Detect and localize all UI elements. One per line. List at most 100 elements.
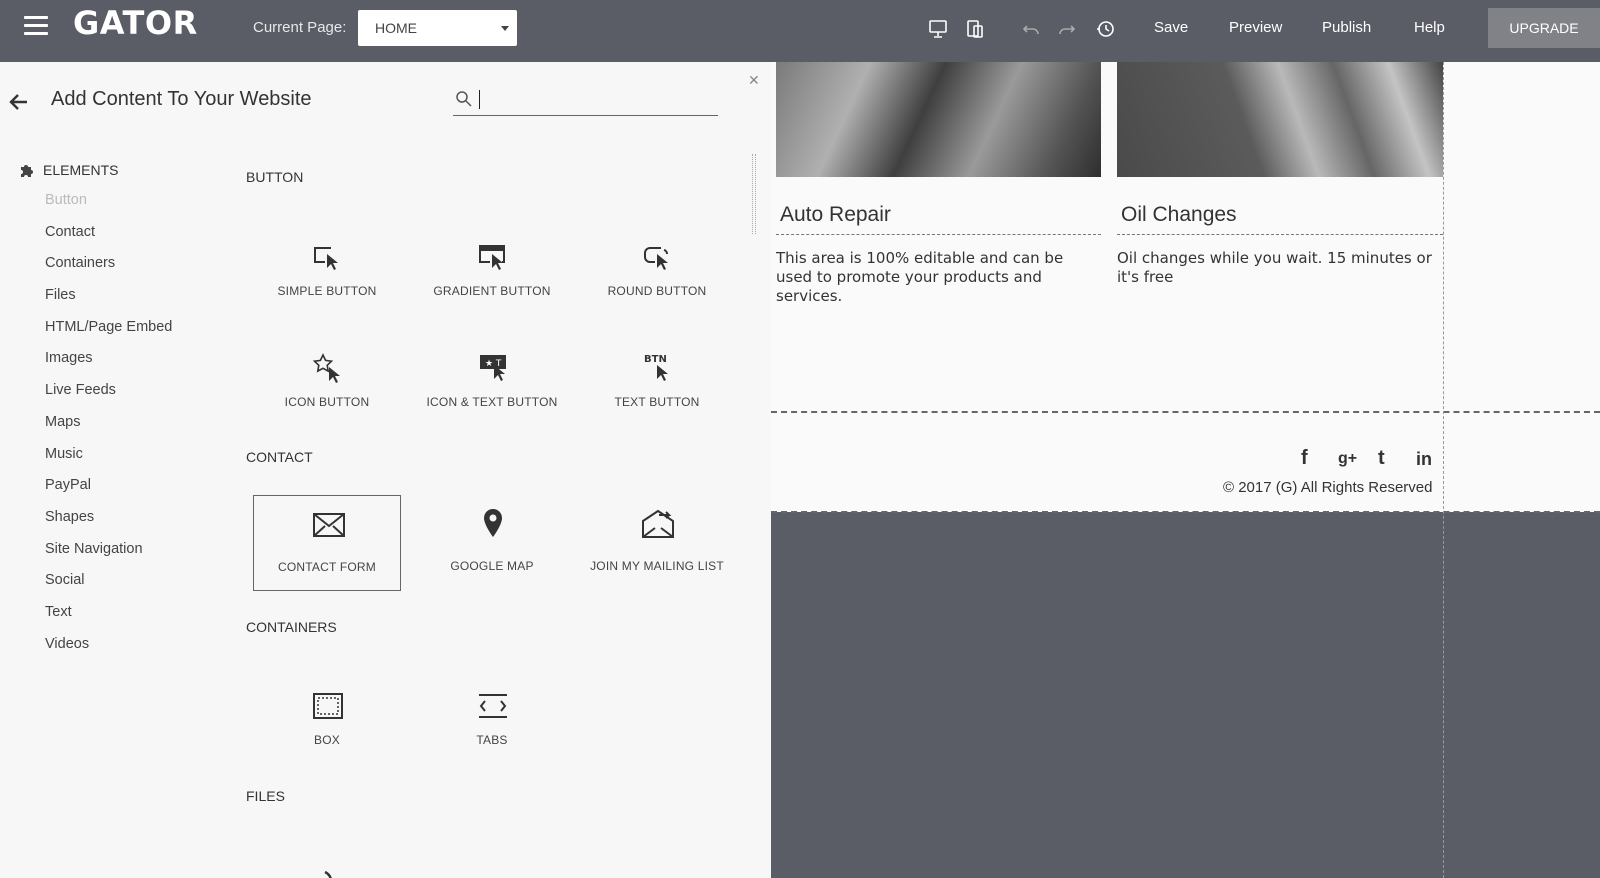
menu-icon[interactable] [24, 16, 48, 36]
category-social[interactable]: Social [45, 572, 172, 604]
category-text[interactable]: Text [45, 604, 172, 636]
tile-label: TABS [476, 733, 508, 747]
mobile-view-icon[interactable] [964, 18, 986, 40]
card-text-oil-changes[interactable]: Oil changes while you wait. 15 minutes o… [1117, 249, 1442, 287]
tile-icon-text-button[interactable]: ★ T ICON & TEXT BUTTON [418, 323, 566, 419]
map-pin-icon [484, 509, 502, 537]
panel-scrollbar[interactable] [752, 154, 756, 234]
section-files-label: FILES [246, 788, 285, 804]
tabs-icon [479, 694, 507, 718]
section-containers-label: CONTAINERS [246, 619, 337, 635]
category-button[interactable]: Button [45, 192, 172, 224]
search-input[interactable] [479, 88, 714, 112]
linkedin-icon[interactable]: in [1416, 449, 1432, 470]
btn-text-icon: BTN [644, 354, 668, 381]
section-guide-line [771, 511, 1600, 513]
file-icon [476, 850, 510, 878]
btn-glyph: BTN [644, 354, 667, 365]
tile-label: ICON BUTTON [284, 395, 370, 409]
category-live-feeds[interactable]: Live Feeds [45, 382, 172, 414]
card-text-auto-repair[interactable]: This area is 100% editable and can be us… [776, 249, 1101, 306]
tile-label: SIMPLE BUTTON [277, 284, 377, 298]
tile-icon-button[interactable]: ICON BUTTON [253, 323, 401, 419]
tile-box[interactable]: BOX [253, 661, 401, 757]
category-html-embed[interactable]: HTML/Page Embed [45, 319, 172, 351]
category-contact[interactable]: Contact [45, 224, 172, 256]
category-paypal[interactable]: PayPal [45, 477, 172, 509]
tile-mailing-list[interactable]: JOIN MY MAILING LIST [583, 495, 731, 591]
category-videos[interactable]: Videos [45, 636, 172, 668]
copyright-text[interactable]: © 2017 (G) All Rights Reserved [1223, 479, 1432, 496]
gradient-button-icon [479, 245, 505, 270]
category-images[interactable]: Images [45, 350, 172, 382]
puzzle-icon [21, 165, 33, 177]
top-toolbar: GATOR Current Page: HOME Save Preview Pu… [0, 0, 1600, 62]
tile-label: GRADIENT BUTTON [433, 284, 551, 298]
publish-button[interactable]: Publish [1322, 19, 1371, 36]
category-containers[interactable]: Containers [45, 255, 172, 287]
search-icon [456, 91, 472, 107]
star-button-icon [312, 353, 340, 383]
tile-label: JOIN MY MAILING LIST [590, 559, 724, 573]
tile-text-button[interactable]: BTN TEXT BUTTON [583, 323, 731, 419]
icon-text-button-icon: ★ T [480, 355, 506, 381]
tile-tabs[interactable]: TABS [418, 661, 566, 757]
card-title-auto-repair[interactable]: Auto Repair [780, 203, 891, 227]
logo: GATOR [73, 4, 198, 42]
simple-button-icon [314, 247, 338, 270]
section-contact-label: CONTACT [246, 449, 313, 465]
tile-label: TEXT BUTTON [614, 395, 700, 409]
history-icon[interactable] [1094, 18, 1116, 40]
facebook-icon[interactable]: f [1301, 447, 1308, 470]
current-page-value: HOME [375, 20, 417, 36]
category-shapes[interactable]: Shapes [45, 509, 172, 541]
oil-change-image[interactable] [1117, 62, 1443, 177]
undo-icon[interactable] [1020, 18, 1042, 40]
card-divider [776, 234, 1101, 235]
tumblr-icon[interactable]: t [1378, 447, 1385, 470]
text-cursor [479, 90, 480, 109]
site-preview: Auto Repair This area is 100% editable a… [771, 62, 1600, 878]
tile-label: CONTACT FORM [278, 560, 376, 574]
section-guide-line [771, 411, 1600, 413]
svg-text:★ T: ★ T [485, 359, 502, 369]
redo-icon[interactable] [1056, 18, 1078, 40]
tile-label: GOOGLE MAP [450, 559, 534, 573]
tile-gradient-button[interactable]: GRADIENT BUTTON [418, 212, 566, 308]
search-field[interactable] [453, 84, 718, 116]
current-page-select[interactable]: HOME [358, 10, 517, 46]
save-button[interactable]: Save [1154, 19, 1188, 36]
tile-contact-form[interactable]: CONTACT FORM [253, 495, 401, 591]
tile-google-map[interactable]: GOOGLE MAP [418, 495, 566, 591]
card-divider [1117, 234, 1443, 235]
phone-icon [324, 870, 332, 878]
category-maps[interactable]: Maps [45, 414, 172, 446]
round-button-icon [644, 247, 668, 270]
upgrade-button[interactable]: UPGRADE [1488, 8, 1600, 48]
add-content-panel: Add Content To Your Website ✕ ELEMENTS B… [0, 62, 771, 878]
category-site-navigation[interactable]: Site Navigation [45, 541, 172, 573]
tile-simple-button[interactable]: SIMPLE BUTTON [253, 212, 401, 308]
google-plus-icon[interactable]: g+ [1338, 450, 1357, 468]
tile-file-2[interactable] [418, 822, 566, 878]
chevron-down-icon [501, 26, 509, 31]
tile-label: ROUND BUTTON [607, 284, 707, 298]
desktop-view-icon[interactable] [927, 18, 949, 40]
category-list: Button Contact Containers Files HTML/Pag… [45, 192, 172, 667]
box-icon [313, 693, 343, 719]
card-title-oil-changes[interactable]: Oil Changes [1121, 203, 1237, 227]
auto-repair-image[interactable] [776, 62, 1101, 177]
back-arrow-icon[interactable] [9, 93, 29, 111]
help-button[interactable]: Help [1414, 19, 1445, 36]
close-icon[interactable]: ✕ [748, 72, 760, 89]
tile-label: ICON & TEXT BUTTON [426, 395, 558, 409]
elements-heading-label: ELEMENTS [43, 162, 119, 178]
current-page-label: Current Page: [253, 19, 347, 36]
tile-round-button[interactable]: ROUND BUTTON [583, 212, 731, 308]
tile-label: BOX [314, 733, 340, 747]
preview-button[interactable]: Preview [1229, 19, 1282, 36]
tile-file-1[interactable] [253, 822, 401, 878]
category-music[interactable]: Music [45, 446, 172, 478]
panel-title: Add Content To Your Website [51, 88, 312, 110]
category-files[interactable]: Files [45, 287, 172, 319]
